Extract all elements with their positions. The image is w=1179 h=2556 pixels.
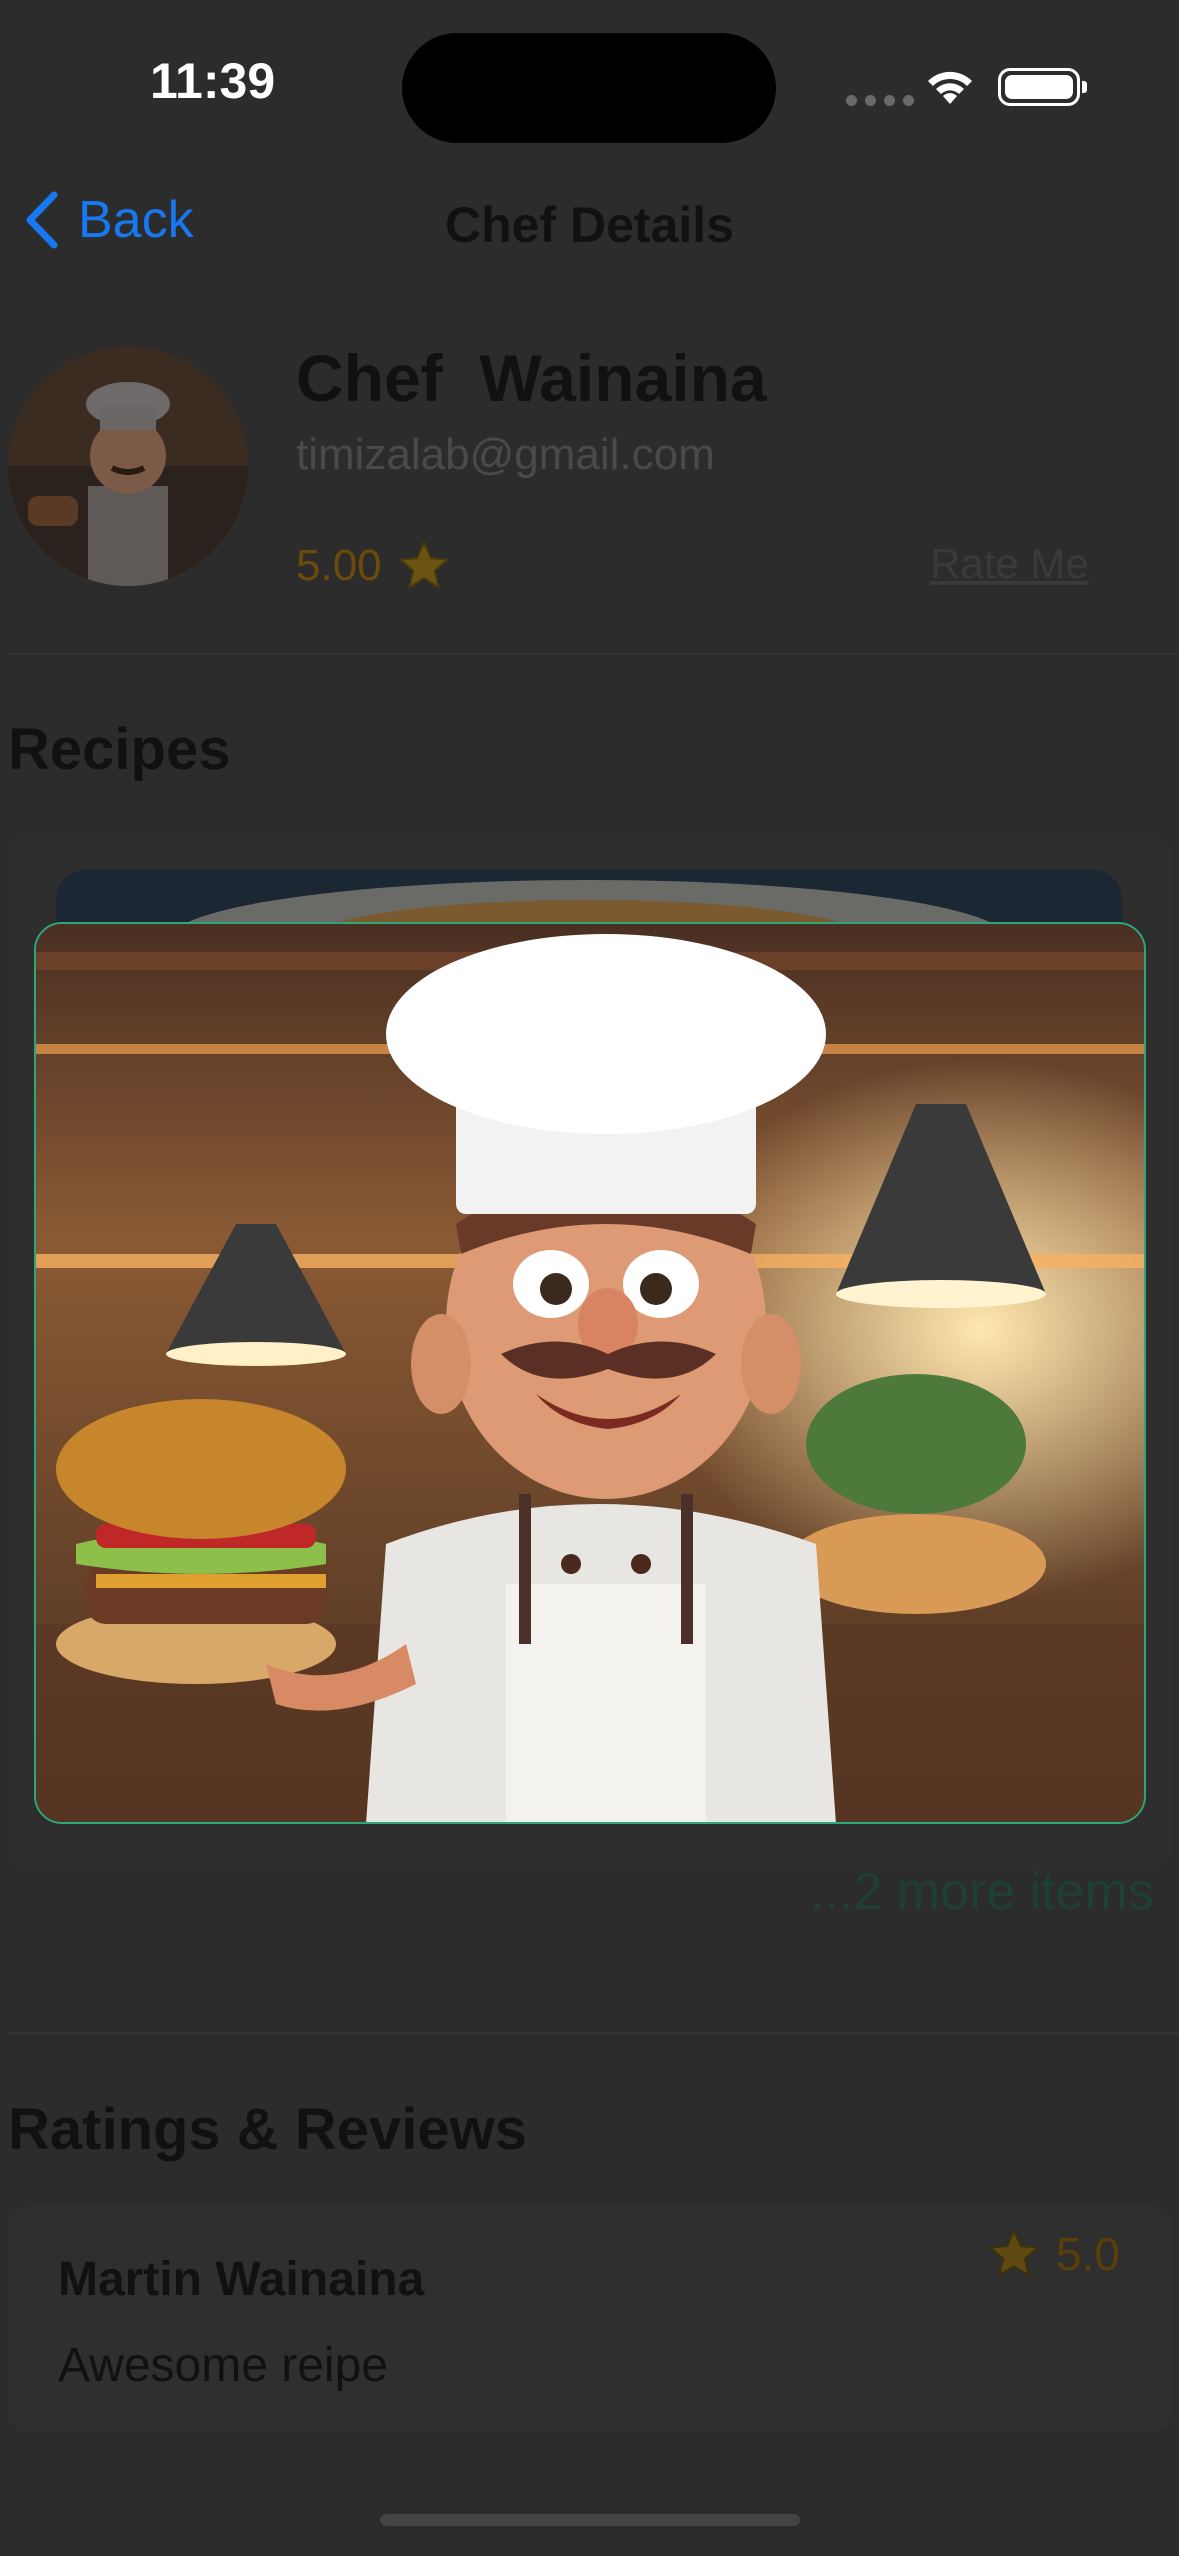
chef-name: Chef Wainaina [296, 341, 767, 415]
status-time: 11:39 [150, 53, 276, 109]
chef-avatar [8, 346, 248, 586]
review-author: Martin Wainaina [58, 2253, 425, 2306]
recipes-section-title: Recipes [8, 717, 231, 782]
divider [8, 653, 1179, 655]
rate-me-link[interactable]: Rate Me [930, 540, 1089, 588]
chef-email: timizalab@gmail.com [296, 430, 715, 479]
chef-rating: 5.00 [296, 538, 452, 594]
battery-icon [998, 68, 1087, 106]
cellular-signal-icon [846, 95, 914, 106]
review-text: Awesome reipe [58, 2339, 388, 2392]
review-rating: 5.0 [986, 2226, 1120, 2282]
chef-rating-value: 5.00 [296, 541, 382, 590]
star-icon [398, 540, 450, 589]
more-items-link[interactable]: ...2 more items [810, 1862, 1154, 1922]
review-rating-value: 5.0 [1056, 2228, 1120, 2280]
screen: 11:39 Back Chef Details Chef Wainaina ti… [0, 0, 1179, 2556]
dynamic-island [402, 33, 776, 143]
page-title: Chef Details [445, 197, 734, 253]
divider [8, 2032, 1179, 2034]
recipe-card-image[interactable] [34, 922, 1146, 1824]
wifi-icon [928, 71, 972, 104]
reviews-section-title: Ratings & Reviews [8, 2097, 527, 2162]
star-icon [988, 2228, 1040, 2277]
home-indicator[interactable] [380, 2514, 800, 2526]
